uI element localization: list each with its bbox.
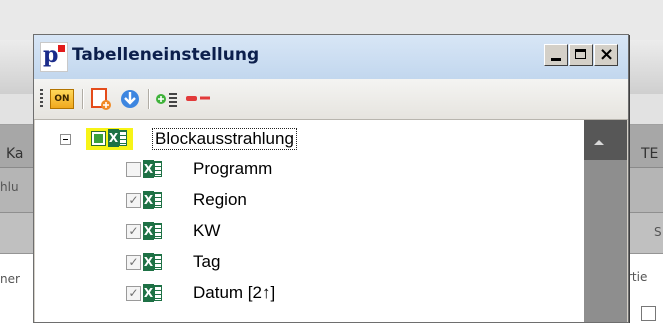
- toolbar-separator: [148, 89, 150, 109]
- download-arrow-icon: [121, 90, 139, 108]
- excel-sheet-icon: X: [108, 129, 128, 147]
- tree-checkbox-checked[interactable]: ✓: [126, 255, 141, 270]
- excel-sheet-icon: X: [143, 160, 163, 178]
- remove-row-button[interactable]: [184, 86, 210, 112]
- export-sheet-button[interactable]: [88, 86, 114, 112]
- maximize-icon: [575, 49, 586, 59]
- background-left-panel: Ka hlu ner: [0, 40, 33, 321]
- background-right-panel: TE S rtie: [627, 40, 663, 321]
- collapse-icon[interactable]: [60, 134, 71, 145]
- tree-node-kw[interactable]: ✓ X KW: [35, 213, 575, 240]
- tree-node-datum[interactable]: ✓ X Datum [2↑]: [35, 275, 575, 302]
- excel-sheet-icon: X: [143, 222, 163, 240]
- tree-checkbox-partial[interactable]: [91, 131, 106, 146]
- tree-checkbox-checked[interactable]: ✓: [126, 224, 141, 239]
- tree-node-label: Programm: [193, 159, 273, 178]
- excel-sheet-icon: X: [143, 253, 163, 271]
- download-button[interactable]: [117, 86, 143, 112]
- vertical-scrollbar[interactable]: [584, 120, 627, 322]
- tree-checkbox[interactable]: [126, 162, 141, 177]
- tree-node-label: KW: [193, 221, 221, 240]
- tree-node-tag[interactable]: ✓ X Tag: [35, 244, 575, 271]
- bg-label-right-2: S: [654, 225, 662, 239]
- add-row-icon: [156, 93, 177, 107]
- close-button[interactable]: ×: [594, 44, 618, 66]
- bg-column-header-left: Ka: [6, 146, 24, 162]
- bg-checkbox[interactable]: [641, 306, 656, 321]
- minimize-button[interactable]: [544, 44, 568, 66]
- column-tree: X Blockausstrahlung X Programm ✓ X Regio…: [35, 120, 584, 322]
- excel-sheet-icon: X: [143, 191, 163, 209]
- dialog-titlebar[interactable]: p Tabelleneinstellung ×: [34, 35, 628, 79]
- maximize-button[interactable]: [569, 44, 593, 66]
- export-sheet-icon: [91, 88, 111, 110]
- bg-label-left-3: ner: [0, 272, 20, 286]
- tree-node-region[interactable]: ✓ X Region: [35, 182, 575, 209]
- tree-node-programm[interactable]: X Programm: [35, 151, 575, 178]
- tree-checkbox-checked[interactable]: ✓: [126, 286, 141, 301]
- bg-label-right-3: rtie: [627, 270, 648, 284]
- app-logo-icon: p: [40, 42, 68, 72]
- dialog-toolbar: ON: [34, 79, 628, 120]
- tree-node-label: Blockausstrahlung: [152, 128, 297, 150]
- close-icon: ×: [599, 44, 615, 65]
- tree-node-label: Datum [2↑]: [193, 283, 276, 302]
- tree-checkbox-checked[interactable]: ✓: [126, 193, 141, 208]
- toolbar-grip[interactable]: [40, 89, 43, 109]
- minimize-icon: [551, 58, 561, 61]
- bg-column-header-right: TE: [641, 146, 659, 162]
- add-row-button[interactable]: [153, 86, 179, 112]
- remove-row-icon: [186, 96, 210, 101]
- bg-label-left-1: hlu: [0, 180, 19, 194]
- dialog-title: Tabelleneinstellung: [72, 45, 260, 65]
- tree-node-blockausstrahlung[interactable]: X Blockausstrahlung: [35, 120, 575, 150]
- excel-sheet-icon: X: [143, 284, 163, 302]
- scroll-track[interactable]: [584, 160, 627, 322]
- toggle-on-button[interactable]: ON: [50, 89, 74, 109]
- tree-node-label: Tag: [193, 252, 221, 271]
- toolbar-separator: [82, 89, 84, 109]
- tree-node-label: Region: [193, 190, 247, 209]
- scroll-up-icon[interactable]: [594, 140, 604, 145]
- table-settings-dialog: p Tabelleneinstellung × ON X Blockausstr…: [33, 34, 629, 323]
